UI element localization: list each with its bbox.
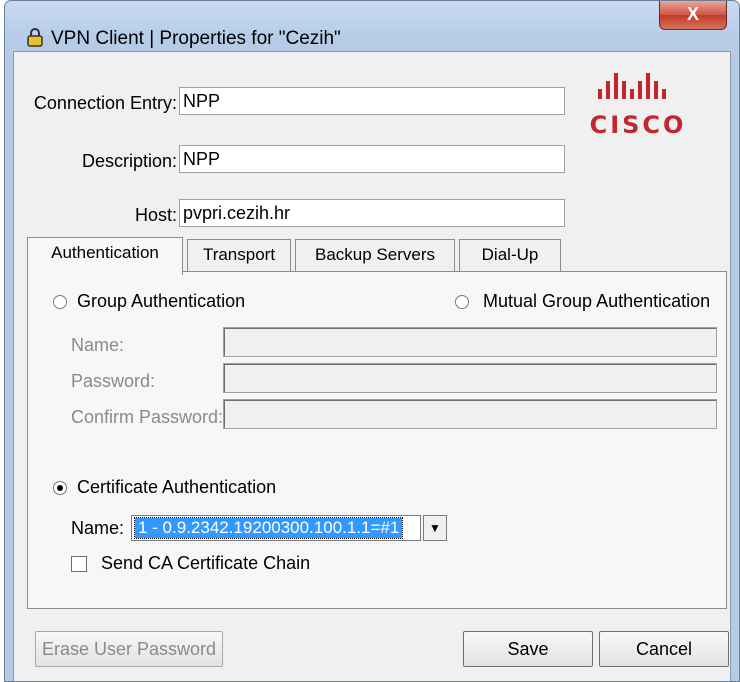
group-password-field bbox=[223, 363, 717, 393]
cisco-logo: CISCO bbox=[573, 67, 703, 139]
window-title: VPN Client | Properties for "Cezih" bbox=[51, 28, 341, 49]
mutual-group-authentication-label: Mutual Group Authentication bbox=[483, 291, 711, 311]
mutual-group-authentication-radio[interactable] bbox=[455, 295, 469, 309]
cancel-button[interactable]: Cancel bbox=[599, 631, 729, 667]
certificate-name-label: Name: bbox=[71, 518, 125, 538]
radio-selected-dot bbox=[57, 485, 63, 491]
certificate-name-value: 1 - 0.9.2342.19200300.100.1.1=#1 bbox=[133, 517, 404, 539]
group-name-label: Name: bbox=[71, 335, 125, 355]
group-password-label: Password: bbox=[71, 371, 156, 391]
send-ca-certificate-chain-checkbox[interactable] bbox=[71, 556, 87, 572]
save-button[interactable]: Save bbox=[463, 631, 593, 667]
connection-entry-field[interactable]: NPP bbox=[179, 87, 565, 115]
vpn-lock-icon bbox=[27, 28, 43, 47]
tab-dial-up[interactable]: Dial-Up bbox=[459, 239, 561, 273]
certificate-authentication-label: Certificate Authentication bbox=[77, 477, 277, 497]
erase-user-password-button[interactable]: Erase User Password bbox=[35, 631, 223, 667]
group-name-field bbox=[223, 327, 717, 357]
vpn-properties-window: VPN Client | Properties for "Cezih" X Co… bbox=[4, 0, 740, 682]
tab-backup-servers[interactable]: Backup Servers bbox=[295, 239, 455, 273]
dropdown-arrow-icon[interactable]: ▼ bbox=[423, 515, 447, 541]
certificate-name-select[interactable]: 1 - 0.9.2342.19200300.100.1.1=#1 ▼ bbox=[131, 515, 447, 541]
close-button[interactable]: X bbox=[659, 1, 727, 30]
confirm-password-label: Confirm Password: bbox=[71, 407, 224, 427]
connection-entry-label: Connection Entry: bbox=[33, 93, 177, 113]
description-label: Description: bbox=[81, 151, 177, 171]
certificate-authentication-radio[interactable] bbox=[53, 481, 67, 495]
group-authentication-radio[interactable] bbox=[53, 295, 67, 309]
confirm-password-field bbox=[223, 399, 717, 429]
certificate-name-value-box[interactable]: 1 - 0.9.2342.19200300.100.1.1=#1 bbox=[131, 515, 421, 541]
host-field[interactable]: pvpri.cezih.hr bbox=[179, 199, 565, 227]
send-ca-certificate-chain-label: Send CA Certificate Chain bbox=[101, 553, 311, 573]
group-authentication-label: Group Authentication bbox=[77, 291, 246, 311]
description-field[interactable]: NPP bbox=[179, 145, 565, 173]
tab-authentication[interactable]: Authentication bbox=[27, 237, 183, 275]
host-label: Host: bbox=[134, 205, 177, 225]
tab-transport[interactable]: Transport bbox=[187, 239, 291, 273]
cisco-bars-icon bbox=[598, 73, 666, 99]
cisco-logo-text: CISCO bbox=[589, 111, 687, 139]
